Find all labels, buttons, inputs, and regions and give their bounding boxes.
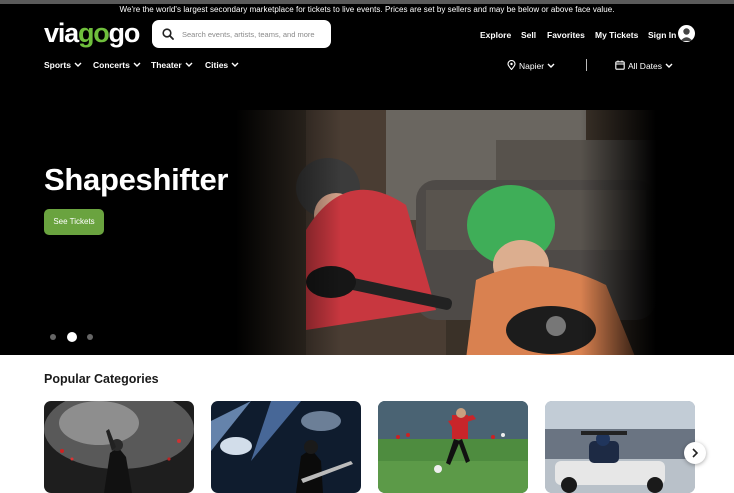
search-input[interactable]: [182, 26, 322, 42]
nav-sports-label: Sports: [44, 60, 71, 70]
carousel-dot-3[interactable]: [87, 334, 93, 340]
filter-divider: [586, 59, 587, 71]
category-card-2[interactable]: [211, 401, 361, 493]
chevron-down-icon: [231, 62, 239, 67]
nav-theater[interactable]: Theater: [151, 60, 193, 70]
logo-part-via: via: [44, 18, 79, 48]
sell-link[interactable]: Sell: [521, 30, 536, 40]
hero-title: Shapeshifter: [44, 162, 229, 197]
chevron-down-icon: [185, 62, 193, 67]
next-categories-button[interactable]: [684, 442, 706, 464]
chevron-down-icon: [133, 62, 141, 67]
sign-in-link[interactable]: Sign In: [648, 30, 676, 40]
see-tickets-button[interactable]: See Tickets: [44, 209, 104, 235]
popular-categories-title: Popular Categories: [44, 372, 159, 386]
favorites-link[interactable]: Favorites: [547, 30, 585, 40]
location-filter[interactable]: Napier: [507, 59, 555, 71]
explore-link[interactable]: Explore: [480, 30, 511, 40]
nav-cities[interactable]: Cities: [205, 60, 239, 70]
dates-label: All Dates: [628, 61, 663, 71]
nav-concerts-label: Concerts: [93, 60, 130, 70]
carousel-dot-2-active[interactable]: [67, 332, 77, 342]
chevron-right-icon: [692, 448, 699, 458]
search-icon: [162, 28, 174, 40]
my-tickets-link[interactable]: My Tickets: [595, 30, 638, 40]
chevron-down-icon: [665, 63, 673, 68]
chevron-down-icon: [74, 62, 82, 67]
logo-part-go-2: go: [108, 18, 141, 48]
carousel-dot-1[interactable]: [50, 334, 56, 340]
location-pin-icon: [507, 59, 516, 71]
category-card-3[interactable]: [378, 401, 528, 493]
location-label: Napier: [519, 61, 545, 71]
nav-concerts[interactable]: Concerts: [93, 60, 141, 70]
avatar-icon[interactable]: [678, 25, 695, 42]
category-card-1[interactable]: [44, 401, 194, 493]
dates-filter[interactable]: All Dates: [615, 60, 673, 71]
viagogo-logo[interactable]: viagogo: [44, 17, 141, 49]
nav-theater-label: Theater: [151, 60, 182, 70]
disclaimer-banner: We're the world's largest secondary mark…: [119, 5, 615, 14]
logo-part-go: go: [77, 18, 110, 48]
search-box[interactable]: [152, 20, 331, 48]
hero-image: [236, 110, 656, 355]
hero-section: Shapeshifter See Tickets: [0, 4, 734, 355]
calendar-icon: [615, 60, 625, 70]
category-card-4[interactable]: [545, 401, 695, 493]
chevron-down-icon: [547, 63, 555, 68]
nav-sports[interactable]: Sports: [44, 60, 82, 70]
nav-cities-label: Cities: [205, 60, 229, 70]
